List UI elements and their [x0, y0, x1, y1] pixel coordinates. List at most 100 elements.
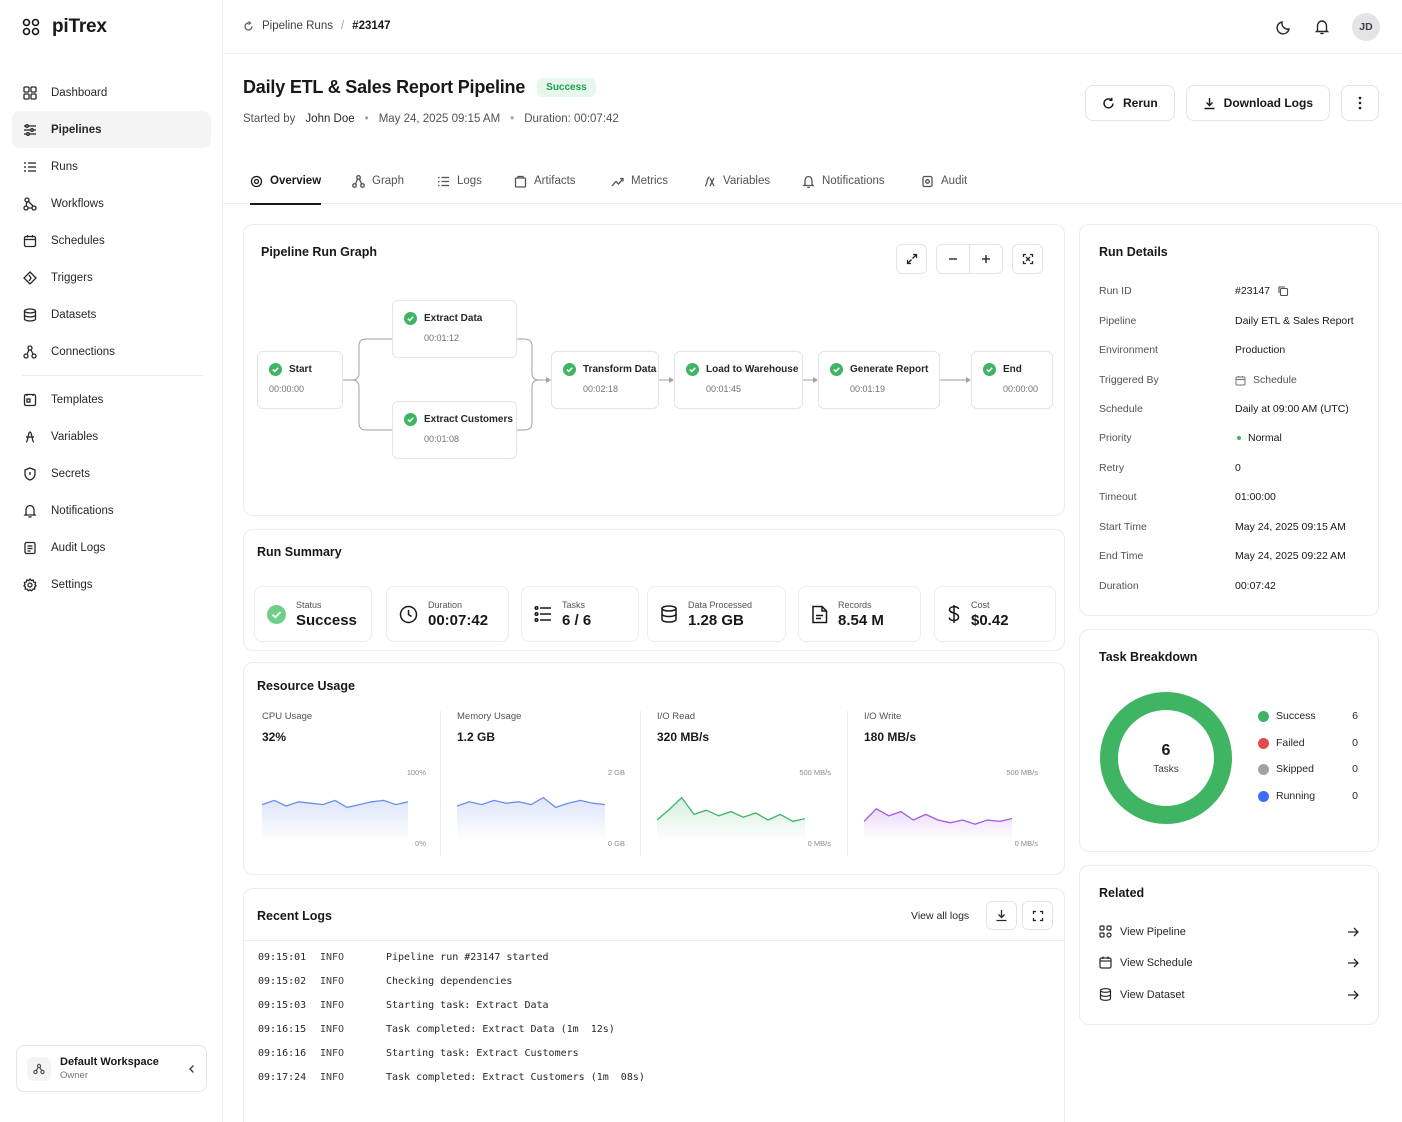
rerun-button[interactable]: Rerun — [1085, 85, 1175, 121]
breakdown-title: Task Breakdown — [1099, 650, 1198, 664]
check-circle-icon — [830, 363, 843, 376]
detail-value: 01:00:00 — [1235, 491, 1276, 503]
tab-logs[interactable]: Logs — [437, 158, 482, 204]
sidebar-item-settings[interactable]: Settings — [12, 566, 211, 603]
started-by-user[interactable]: John Doe — [305, 113, 354, 125]
legend-success: Success 6 — [1258, 710, 1358, 722]
bell-icon[interactable] — [1314, 19, 1330, 35]
related-view-schedule[interactable]: View Schedule — [1099, 956, 1359, 969]
sidebar-item-templates[interactable]: Templates — [12, 381, 211, 418]
database-icon — [1099, 988, 1112, 1001]
tab-metrics[interactable]: Metrics — [611, 158, 668, 204]
tab-audit[interactable]: Audit — [921, 158, 967, 204]
page-header: Daily ETL & Sales Report Pipeline Succes… — [243, 77, 596, 98]
sidebar-item-dashboard[interactable]: Dashboard — [12, 74, 211, 111]
sidebar-item-audit-logs[interactable]: Audit Logs — [12, 529, 211, 566]
tab-label: Overview — [270, 175, 322, 187]
graph-node-extract-customers[interactable]: Extract Customers 00:01:08 — [392, 401, 517, 459]
download-logs-button[interactable]: Download Logs — [1185, 85, 1330, 121]
sidebar-divider — [22, 375, 203, 376]
user-avatar[interactable]: JD — [1352, 13, 1380, 41]
log-time: 09:16:15 — [258, 1024, 307, 1035]
log-message: Starting task: Extract Customers — [386, 1048, 579, 1059]
copy-icon[interactable] — [1277, 285, 1289, 297]
resource-axis-max: 100% — [406, 768, 426, 777]
view-all-logs-link[interactable]: View all logs — [911, 910, 969, 922]
resource-value: 1.2 GB — [457, 730, 496, 744]
breadcrumb-parent[interactable]: Pipeline Runs — [262, 20, 333, 32]
resource-value: 32% — [262, 730, 287, 744]
graph-node-transform-data[interactable]: Transform Data 00:02:18 — [551, 351, 659, 409]
audit-icon — [921, 175, 934, 188]
sidebar-item-schedules[interactable]: Schedules — [12, 222, 211, 259]
gear-icon — [23, 577, 37, 592]
detail-value[interactable]: Daily ETL & Sales Report — [1235, 315, 1354, 327]
sidebar-item-label: Settings — [51, 578, 93, 591]
workspace-role: Owner — [60, 1070, 88, 1081]
legend-failed: Failed 0 — [1258, 737, 1358, 749]
graph-node-load-to-warehouse[interactable]: Load to Warehouse 00:01:45 — [674, 351, 803, 409]
log-row: 09:15:02 INFO Checking dependencies — [258, 976, 512, 987]
resource-usage-card: Resource Usage CPU Usage 32% 100% 0% Mem… — [243, 662, 1065, 875]
resource-memory: Memory Usage 1.2 GB 2 GB 0 GB — [457, 711, 625, 856]
tab-notifications[interactable]: Notifications — [802, 158, 885, 204]
refresh-icon — [1102, 97, 1115, 110]
node-duration: 00:01:45 — [706, 384, 742, 394]
sidebar-item-variables[interactable]: Variables — [12, 418, 211, 455]
clock-icon — [399, 605, 418, 624]
chevron-left-icon[interactable] — [188, 1064, 196, 1074]
log-message: Starting task: Extract Data — [386, 1000, 549, 1011]
more-options-button[interactable] — [1341, 85, 1379, 121]
sidebar-item-notifications[interactable]: Notifications — [12, 492, 211, 529]
sidebar-item-label: Workflows — [51, 197, 104, 210]
detail-key: Schedule — [1099, 403, 1143, 415]
sidebar-item-connections[interactable]: Connections — [12, 333, 211, 370]
stat-value: 8.54 M — [838, 611, 884, 629]
breadcrumb: Pipeline Runs / #23147 — [243, 20, 391, 32]
stat-label: Records — [838, 599, 872, 610]
log-row: 09:16:15 INFO Task completed: Extract Data… — [258, 1024, 615, 1035]
sidebar-item-datasets[interactable]: Datasets — [12, 296, 211, 333]
sparkline-area — [864, 808, 1012, 841]
sidebar-item-workflows[interactable]: Workflows — [12, 185, 211, 222]
sparkline-area — [657, 797, 805, 841]
sidebar-item-secrets[interactable]: Secrets — [12, 455, 211, 492]
sidebar-item-triggers[interactable]: Triggers — [12, 259, 211, 296]
resource-divider — [640, 711, 641, 856]
sidebar-item-runs[interactable]: Runs — [12, 148, 211, 185]
legend-skipped: Skipped 0 — [1258, 763, 1358, 775]
tab-overview[interactable]: Overview — [250, 158, 322, 205]
stat-label: Data Processed — [688, 599, 753, 610]
tab-graph[interactable]: Graph — [352, 158, 404, 204]
detail-key: Triggered By — [1099, 374, 1159, 386]
tasks-list-icon — [534, 605, 552, 623]
brand[interactable]: piTrex — [22, 16, 107, 38]
legend-dot — [1258, 737, 1269, 749]
tab-label: Audit — [941, 175, 968, 187]
graph-node-generate-report[interactable]: Generate Report 00:01:19 — [818, 351, 940, 409]
log-row: 09:15:01 INFO Pipeline run #23147 started — [258, 952, 549, 963]
download-logs-icon-button[interactable] — [986, 901, 1017, 930]
sidebar-item-label: Templates — [51, 393, 104, 406]
related-view-dataset[interactable]: View Dataset — [1099, 988, 1359, 1001]
node-duration: 00:01:08 — [424, 434, 460, 444]
resource-title: Resource Usage — [257, 679, 355, 693]
graph-node-start[interactable]: Start 00:00:00 — [257, 351, 343, 409]
node-duration: 00:00:00 — [1003, 384, 1039, 394]
related-view-pipeline[interactable]: View Pipeline — [1099, 925, 1359, 938]
tab-artifacts[interactable]: Artifacts — [514, 158, 576, 204]
workspace-switcher[interactable]: Default Workspace Owner — [16, 1045, 207, 1092]
tab-variables[interactable]: Variables — [703, 158, 770, 204]
resource-io-write: I/O Write 180 MB/s 500 MB/s 0 MB/s — [864, 711, 1038, 856]
graph-node-end[interactable]: End 00:00:00 — [971, 351, 1053, 409]
workspace-icon — [27, 1056, 51, 1081]
log-time: 09:17:24 — [258, 1072, 307, 1083]
io-read-chart — [657, 796, 805, 841]
run-meta: Started by John Doe • May 24, 2025 09:15… — [243, 113, 619, 125]
expand-logs-button[interactable] — [1022, 901, 1053, 930]
sidebar-item-pipelines[interactable]: Pipelines — [12, 111, 211, 148]
arrow-right-icon — [1347, 927, 1359, 937]
graph-node-extract-data[interactable]: Extract Data 00:01:12 — [392, 300, 517, 358]
moon-icon[interactable] — [1276, 19, 1292, 35]
stat-value: 00:07:42 — [428, 611, 489, 629]
